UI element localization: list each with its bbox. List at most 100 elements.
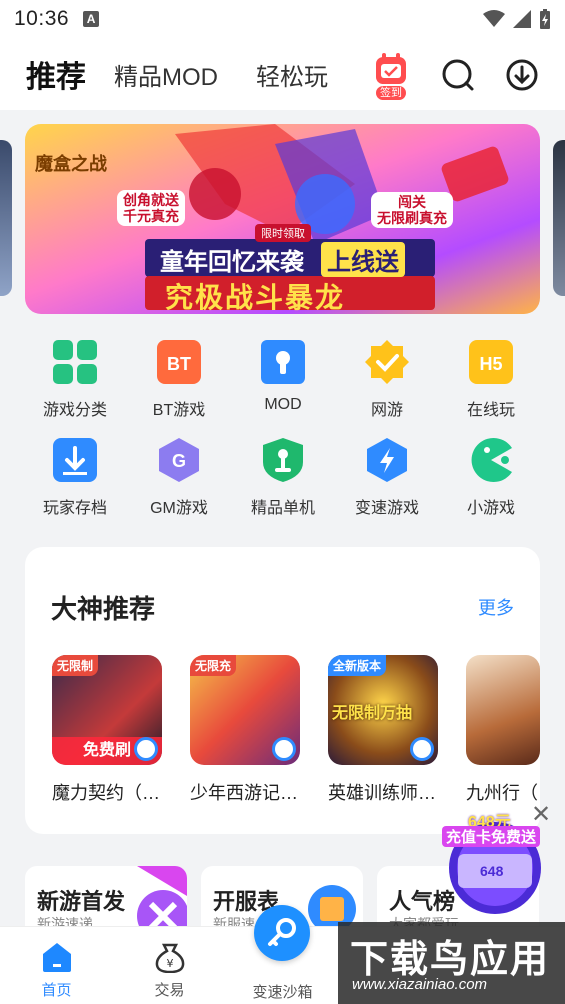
- watermark-logo: 下载鸟应用 www.xiazainiao.com: [338, 922, 565, 1004]
- carousel-prev-slide[interactable]: [0, 140, 12, 296]
- promo-value: 648: [480, 863, 504, 879]
- game-name: 少年西游记…: [190, 783, 298, 803]
- download-box-icon: [53, 438, 97, 482]
- grid-label: 变速游戏: [354, 500, 419, 517]
- notification-a-icon: A: [83, 11, 100, 27]
- wifi-icon: [483, 10, 505, 27]
- top-nav: 推荐 精品MOD 轻松玩 签到: [0, 38, 565, 110]
- game-name: 英雄训练师…: [328, 783, 436, 803]
- grid-four-icon: [53, 340, 97, 384]
- signal-icon: [513, 10, 531, 28]
- recommend-card: 大神推荐 更多 无限制 免费刷 魔力契约（… 无限充 少年西游记… 全新版本 无…: [25, 547, 540, 834]
- grid-item-speed[interactable]: 变速游戏: [335, 436, 439, 518]
- game-icon: [466, 655, 540, 765]
- grid-item-minigames[interactable]: 小游戏: [439, 436, 543, 518]
- key-icon: [410, 737, 434, 761]
- game-ribbon: 无限制: [52, 655, 99, 676]
- game-icon: 全新版本 无限制万抽: [328, 655, 438, 765]
- grid-label: 游戏分类: [42, 402, 107, 419]
- grid-label: 精品单机: [250, 500, 315, 517]
- category-grid: 游戏分类 BT BT游戏 MOD 网游 H5 在线玩 玩家存档 G GM游戏 精…: [23, 338, 543, 518]
- grid-label: BT游戏: [152, 402, 206, 419]
- svg-text:H5: H5: [479, 354, 502, 374]
- grid-item-saves[interactable]: 玩家存档: [23, 436, 127, 518]
- grid-label: 网游: [370, 402, 403, 419]
- joystick-shield-icon: [263, 438, 303, 482]
- game-list: 无限制 免费刷 魔力契约（… 无限充 少年西游记… 全新版本 无限制万抽 英雄训…: [52, 655, 540, 805]
- badge-check-icon: [365, 340, 409, 384]
- game-name: 魔力契约（…: [52, 783, 160, 803]
- game-ribbon: 全新版本: [328, 655, 387, 676]
- status-time: 10:36: [14, 7, 70, 30]
- game-icon: 无限制 免费刷: [52, 655, 162, 765]
- grid-item-categories[interactable]: 游戏分类: [23, 338, 127, 420]
- svg-text:¥: ¥: [166, 957, 173, 970]
- bottom-tab-label: 首页: [41, 982, 72, 999]
- tab-recommend[interactable]: 推荐: [26, 52, 86, 96]
- grid-item-online[interactable]: 网游: [335, 338, 439, 420]
- watermark-url: www.xiazainiao.com: [352, 976, 488, 993]
- rank-title: 新游首发: [37, 889, 126, 914]
- new-ribbon-icon: [137, 866, 187, 926]
- tab-casual[interactable]: 轻松玩: [256, 57, 328, 92]
- grid-label: 小游戏: [466, 500, 515, 517]
- promo-banner[interactable]: 魔盒之战 创角就送 千元真充 闯关 无限刷真充 限时领取 童年回忆来袭 上线送 …: [25, 124, 540, 314]
- carousel-next-slide[interactable]: [553, 140, 565, 296]
- banner-subline: 究极战斗暴龙: [165, 282, 346, 313]
- grid-item-bt[interactable]: BT BT游戏: [127, 338, 231, 420]
- section-title: 大神推荐: [51, 594, 156, 624]
- bt-icon: BT: [157, 340, 201, 384]
- pacman-icon: [471, 438, 512, 482]
- calendar-icon: [376, 53, 406, 84]
- banner-limited: 限时领取: [255, 224, 311, 242]
- game-center-label: 无限制万抽: [332, 705, 413, 722]
- grid-label: GM游戏: [150, 500, 208, 517]
- search-icon[interactable]: [441, 58, 475, 92]
- game-item[interactable]: 全新版本 无限制万抽 英雄训练师…: [328, 655, 438, 805]
- game-item[interactable]: 无限制 免费刷 魔力契约（…: [52, 655, 162, 805]
- grid-label: MOD: [264, 396, 302, 413]
- game-item[interactable]: 九州行（: [466, 655, 540, 805]
- promo-close-icon[interactable]: ✕: [530, 803, 552, 827]
- bottom-tab-label: 交易: [154, 982, 185, 999]
- bottom-tab-home[interactable]: 首页: [0, 927, 113, 1004]
- h5-icon: H5: [469, 340, 513, 384]
- bottom-tab-label: 变速沙箱: [252, 984, 313, 1001]
- sandbox-button[interactable]: [254, 905, 310, 961]
- grid-item-singleplayer[interactable]: 精品单机: [231, 436, 335, 518]
- banner-logo: 魔盒之战: [35, 154, 107, 174]
- grid-label: 在线玩: [466, 402, 515, 419]
- signin-label: 签到: [376, 86, 406, 100]
- home-icon: [42, 943, 71, 972]
- status-bar: 10:36 A: [0, 0, 565, 38]
- battery-icon: [540, 9, 550, 29]
- svg-text:BT: BT: [167, 354, 191, 374]
- grid-item-h5[interactable]: H5 在线玩: [439, 338, 543, 420]
- svg-text:G: G: [172, 451, 186, 471]
- game-name: 九州行（: [466, 783, 538, 803]
- key-icon: [272, 737, 296, 761]
- bottom-tab-sandbox[interactable]: 变速沙箱: [226, 905, 339, 1004]
- key-icon: [134, 737, 158, 761]
- banner-tag-right: 闯关 无限刷真充: [371, 192, 453, 228]
- game-item[interactable]: 无限充 少年西游记…: [190, 655, 300, 805]
- more-link[interactable]: 更多: [478, 594, 514, 620]
- speed-bolt-icon: [367, 438, 407, 482]
- grid-label: 玩家存档: [42, 500, 107, 517]
- game-icon: 无限充: [190, 655, 300, 765]
- game-ribbon: 无限充: [190, 655, 237, 676]
- grid-item-mod[interactable]: MOD: [231, 338, 335, 420]
- banner-headline: 童年回忆来袭: [160, 249, 304, 276]
- grid-item-gm[interactable]: G GM游戏: [127, 436, 231, 518]
- download-icon[interactable]: [505, 58, 539, 92]
- gm-icon: G: [159, 438, 199, 482]
- watermark-main: 下载鸟应用: [350, 939, 551, 981]
- bottom-tab-trade[interactable]: ¥ 交易: [113, 927, 226, 1004]
- banner-tag-left: 创角就送 千元真充: [117, 190, 185, 226]
- money-bag-icon: ¥: [155, 943, 184, 973]
- banner-headline-tag: 上线送: [321, 242, 405, 277]
- mod-icon: [261, 340, 305, 384]
- key-icon: [268, 918, 296, 946]
- tab-mod[interactable]: 精品MOD: [114, 57, 218, 92]
- signin-button[interactable]: 签到: [371, 52, 411, 100]
